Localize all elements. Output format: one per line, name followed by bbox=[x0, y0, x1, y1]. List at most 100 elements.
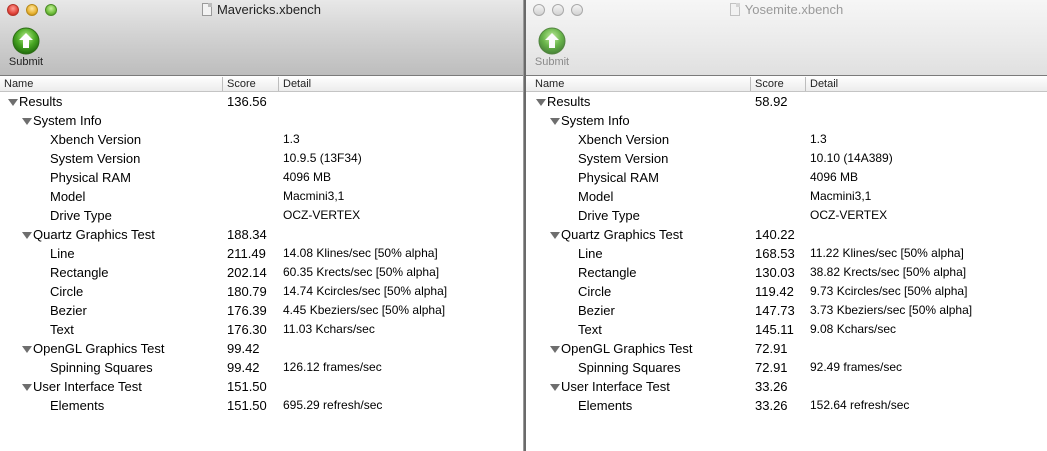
disclosure-triangle-icon[interactable] bbox=[550, 232, 560, 239]
outline-row[interactable]: Quartz Graphics Test 140.22 bbox=[526, 225, 1047, 244]
disclosure-triangle-icon[interactable] bbox=[550, 118, 560, 125]
outline-row[interactable]: Drive Type OCZ-VERTEX bbox=[0, 206, 523, 225]
outline-row[interactable]: System Version 10.9.5 (13F34) bbox=[0, 149, 523, 168]
row-score: 136.56 bbox=[227, 94, 267, 109]
disclosure-triangle-icon[interactable] bbox=[550, 346, 560, 353]
outline-row[interactable]: User Interface Test 151.50 bbox=[0, 377, 523, 396]
disclosure-triangle-icon[interactable] bbox=[22, 232, 32, 239]
outline-row[interactable]: OpenGL Graphics Test 72.91 bbox=[526, 339, 1047, 358]
row-detail: 10.10 (14A389) bbox=[810, 151, 893, 165]
outline-row[interactable]: Rectangle 202.14 60.35 Krects/sec [50% alp… bbox=[0, 263, 523, 282]
outline-row[interactable]: Spinning Squares 72.91 92.49 frames/sec bbox=[526, 358, 1047, 377]
row-detail: 9.08 Kchars/sec bbox=[810, 322, 897, 336]
row-detail: 152.64 refresh/sec bbox=[810, 398, 910, 412]
disclosure-triangle-icon[interactable] bbox=[536, 99, 546, 106]
row-detail: 38.82 Krects/sec [50% alpha] bbox=[810, 265, 967, 279]
disclosure-triangle-icon[interactable] bbox=[22, 384, 32, 391]
row-score: 58.92 bbox=[755, 94, 788, 109]
window-titlebar[interactable]: Yosemite.xbench Submit bbox=[526, 0, 1047, 76]
row-score: 180.79 bbox=[227, 284, 267, 299]
results-outline: Results 58.92 System Info Xbench Version 1.3… bbox=[526, 92, 1047, 415]
row-detail: 1.3 bbox=[810, 132, 827, 146]
outline-row[interactable]: Circle 119.42 9.73 Kcircles/sec [50% alpha… bbox=[526, 282, 1047, 301]
disclosure-triangle-icon[interactable] bbox=[22, 346, 32, 353]
row-score: 33.26 bbox=[755, 398, 788, 413]
row-name: Text bbox=[50, 322, 74, 337]
upload-arrow-icon bbox=[12, 27, 40, 55]
window-titlebar[interactable]: Mavericks.xbench Submit bbox=[0, 0, 523, 76]
column-header-detail[interactable]: Detail bbox=[805, 77, 838, 91]
row-name: Elements bbox=[50, 398, 105, 413]
outline-row[interactable]: Model Macmini3,1 bbox=[526, 187, 1047, 206]
row-score: 72.91 bbox=[755, 360, 788, 375]
row-name: Bezier bbox=[578, 303, 615, 318]
document-icon[interactable] bbox=[201, 3, 212, 16]
column-header-detail[interactable]: Detail bbox=[278, 77, 311, 91]
outline-row[interactable]: Circle 180.79 14.74 Kcircles/sec [50% alph… bbox=[0, 282, 523, 301]
outline-row[interactable]: Elements 33.26 152.64 refresh/sec bbox=[526, 396, 1047, 415]
column-header-score[interactable]: Score bbox=[750, 77, 784, 91]
outline-row[interactable]: Physical RAM 4096 MB bbox=[0, 168, 523, 187]
row-score: 151.50 bbox=[227, 379, 267, 394]
outline-row[interactable]: Xbench Version 1.3 bbox=[0, 130, 523, 149]
outline-row[interactable]: User Interface Test 33.26 bbox=[526, 377, 1047, 396]
row-detail: 4.45 Kbeziers/sec [50% alpha] bbox=[283, 303, 446, 317]
row-score: 176.39 bbox=[227, 303, 267, 318]
row-name: System Info bbox=[561, 113, 630, 128]
upload-arrow-icon bbox=[538, 27, 566, 55]
outline-row[interactable]: Line 211.49 14.08 Klines/sec [50% alpha] bbox=[0, 244, 523, 263]
row-name: Text bbox=[578, 322, 602, 337]
outline-row[interactable]: Physical RAM 4096 MB bbox=[526, 168, 1047, 187]
row-detail: 4096 MB bbox=[810, 170, 859, 184]
row-score: 99.42 bbox=[227, 341, 260, 356]
row-name: Rectangle bbox=[578, 265, 637, 280]
disclosure-triangle-icon[interactable] bbox=[550, 384, 560, 391]
outline-row[interactable]: System Version 10.10 (14A389) bbox=[526, 149, 1047, 168]
outline-row[interactable]: Text 145.11 9.08 Kchars/sec bbox=[526, 320, 1047, 339]
row-detail: Macmini3,1 bbox=[283, 189, 345, 203]
outline-row[interactable]: Spinning Squares 99.42 126.12 frames/sec bbox=[0, 358, 523, 377]
outline-row[interactable]: Model Macmini3,1 bbox=[0, 187, 523, 206]
column-header-name[interactable]: Name bbox=[0, 77, 33, 91]
outline-row[interactable]: Line 168.53 11.22 Klines/sec [50% alpha] bbox=[526, 244, 1047, 263]
window-mavericks: Mavericks.xbench Submit Name Score Detai… bbox=[0, 0, 524, 451]
row-name: OpenGL Graphics Test bbox=[561, 341, 693, 356]
row-name: System Version bbox=[50, 151, 141, 166]
outline-row[interactable]: Text 176.30 11.03 Kchars/sec bbox=[0, 320, 523, 339]
row-name: Physical RAM bbox=[578, 170, 659, 185]
outline-row[interactable]: Quartz Graphics Test 188.34 bbox=[0, 225, 523, 244]
submit-button[interactable]: Submit bbox=[533, 27, 571, 68]
outline-row[interactable]: Results 136.56 bbox=[0, 92, 523, 111]
outline-row[interactable]: Elements 151.50 695.29 refresh/sec bbox=[0, 396, 523, 415]
outline-row[interactable]: OpenGL Graphics Test 99.42 bbox=[0, 339, 523, 358]
row-score: 168.53 bbox=[755, 246, 795, 261]
disclosure-triangle-icon[interactable] bbox=[8, 99, 18, 106]
row-detail: 60.35 Krects/sec [50% alpha] bbox=[283, 265, 440, 279]
document-icon[interactable] bbox=[729, 3, 740, 16]
submit-label: Submit bbox=[534, 56, 570, 68]
outline-row[interactable]: System Info bbox=[526, 111, 1047, 130]
row-detail: 126.12 frames/sec bbox=[283, 360, 382, 374]
row-score: 99.42 bbox=[227, 360, 260, 375]
outline-row[interactable]: Bezier 147.73 3.73 Kbeziers/sec [50% alpha… bbox=[526, 301, 1047, 320]
column-header-name[interactable]: Name bbox=[531, 77, 564, 91]
row-score: 176.30 bbox=[227, 322, 267, 337]
outline-row[interactable]: Xbench Version 1.3 bbox=[526, 130, 1047, 149]
outline-row[interactable]: Bezier 176.39 4.45 Kbeziers/sec [50% alpha… bbox=[0, 301, 523, 320]
row-score: 140.22 bbox=[755, 227, 795, 242]
row-name: Xbench Version bbox=[578, 132, 670, 147]
disclosure-triangle-icon[interactable] bbox=[22, 118, 32, 125]
outline-row[interactable]: System Info bbox=[0, 111, 523, 130]
submit-button[interactable]: Submit bbox=[7, 27, 45, 68]
outline-row[interactable]: Rectangle 130.03 38.82 Krects/sec [50% alp… bbox=[526, 263, 1047, 282]
row-name: Quartz Graphics Test bbox=[561, 227, 683, 242]
outline-row[interactable]: Drive Type OCZ-VERTEX bbox=[526, 206, 1047, 225]
row-score: 119.42 bbox=[755, 284, 794, 299]
row-detail: 10.9.5 (13F34) bbox=[283, 151, 362, 165]
outline-row[interactable]: Results 58.92 bbox=[526, 92, 1047, 111]
row-name: Rectangle bbox=[50, 265, 109, 280]
row-detail: 3.73 Kbeziers/sec [50% alpha] bbox=[810, 303, 973, 317]
row-name: Elements bbox=[578, 398, 633, 413]
column-header-score[interactable]: Score bbox=[222, 77, 256, 91]
row-detail: 695.29 refresh/sec bbox=[283, 398, 383, 412]
